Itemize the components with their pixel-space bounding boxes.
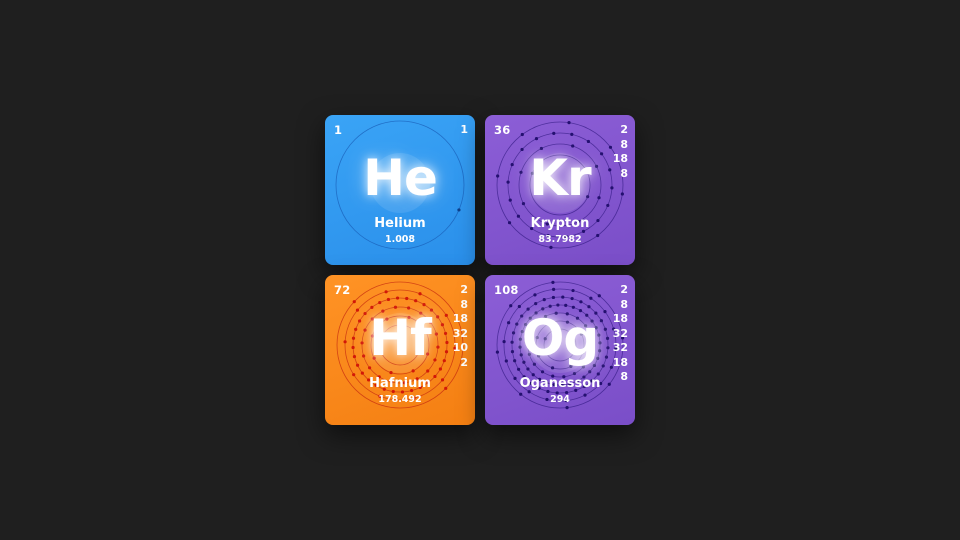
element-symbol: He bbox=[363, 149, 438, 207]
electron-dot bbox=[552, 131, 556, 135]
electron-dot bbox=[579, 300, 583, 304]
electron-dot bbox=[438, 367, 442, 371]
electron-dot bbox=[570, 132, 574, 136]
element-tile-krypton: 36 2 8 18 8 Kr Krypton 83.7982 bbox=[485, 115, 635, 265]
electron-dot bbox=[533, 293, 537, 297]
shell-count: 2 bbox=[620, 123, 628, 136]
electron-dot bbox=[414, 299, 418, 303]
electron-dot bbox=[534, 137, 539, 141]
atomic-mass: 294 bbox=[550, 394, 570, 405]
electron-shell-counts: 1 bbox=[460, 123, 468, 138]
electron-dot bbox=[422, 303, 426, 307]
element-tile-oganesson: 108 2 8 18 32 32 18 8 Og Oganesson 294 bbox=[485, 275, 635, 425]
atomic-mass: 83.7982 bbox=[538, 234, 582, 245]
electron-dot bbox=[561, 295, 565, 299]
electron-dot bbox=[588, 370, 592, 374]
electron-dot bbox=[571, 288, 575, 293]
electron-dot bbox=[526, 367, 530, 371]
atomic-number: 36 bbox=[494, 123, 511, 137]
element-name: Hafnium bbox=[369, 376, 431, 391]
element-name: Helium bbox=[374, 216, 426, 231]
element-symbol: Hf bbox=[369, 309, 432, 367]
atomic-mass: 178.492 bbox=[378, 394, 422, 405]
electron-dot bbox=[565, 406, 569, 410]
electron-dot bbox=[395, 296, 400, 300]
electron-dot bbox=[534, 302, 538, 306]
electron-dot bbox=[520, 132, 524, 137]
element-name: Krypton bbox=[530, 216, 590, 231]
electron-dot bbox=[567, 121, 571, 125]
electron-dot bbox=[586, 139, 591, 144]
electron-dot bbox=[360, 371, 364, 375]
element-tile-hafnium: 72 2 8 18 32 10 2 Hf Hafnium 178.492 bbox=[325, 275, 475, 425]
electron-dot bbox=[509, 304, 513, 308]
electron-dot bbox=[411, 369, 415, 373]
electron-dot bbox=[405, 296, 409, 301]
electron-dot bbox=[418, 292, 422, 296]
electron-dot bbox=[389, 370, 393, 375]
electron-dot bbox=[457, 208, 461, 212]
electron-dot bbox=[587, 305, 591, 309]
element-symbol: Kr bbox=[529, 149, 591, 207]
element-name: Oganesson bbox=[519, 376, 601, 391]
electron-dot bbox=[589, 296, 593, 300]
electron-dot bbox=[564, 303, 568, 308]
shell-count: 2 bbox=[620, 283, 628, 296]
electron-dot bbox=[517, 304, 521, 309]
electron-dot bbox=[517, 367, 521, 371]
atomic-mass: 1.008 bbox=[384, 234, 416, 245]
electron-dot bbox=[548, 304, 552, 308]
atomic-number: 1 bbox=[334, 123, 343, 137]
electron-dot bbox=[384, 290, 388, 294]
shell-count: 2 bbox=[460, 283, 468, 296]
electron-dot bbox=[386, 297, 391, 302]
electron-dot bbox=[542, 298, 546, 302]
electron-dot bbox=[549, 245, 553, 249]
electron-dot bbox=[551, 295, 555, 300]
element-symbol: Og bbox=[521, 309, 599, 367]
electron-dot bbox=[556, 303, 560, 307]
electron-dot bbox=[378, 300, 382, 305]
electron-dot bbox=[570, 296, 574, 301]
electron-dot bbox=[552, 287, 556, 291]
electron-dot bbox=[571, 144, 575, 148]
element-tile-helium: 1 1 He Helium 1.008 bbox=[325, 115, 475, 265]
shell-count: 1 bbox=[460, 123, 468, 136]
atomic-number: 108 bbox=[494, 283, 519, 297]
electron-dot bbox=[426, 369, 430, 373]
electron-dot bbox=[551, 280, 555, 284]
periodic-tiles-stage: 1 1 He Helium 1.008 36 2 8 18 8 Kr Krypt… bbox=[0, 0, 960, 540]
electron-dot bbox=[352, 300, 356, 304]
electron-dot bbox=[597, 294, 601, 298]
electron-dot bbox=[572, 371, 577, 376]
electron-dot bbox=[540, 370, 545, 374]
atomic-number: 72 bbox=[334, 283, 351, 297]
